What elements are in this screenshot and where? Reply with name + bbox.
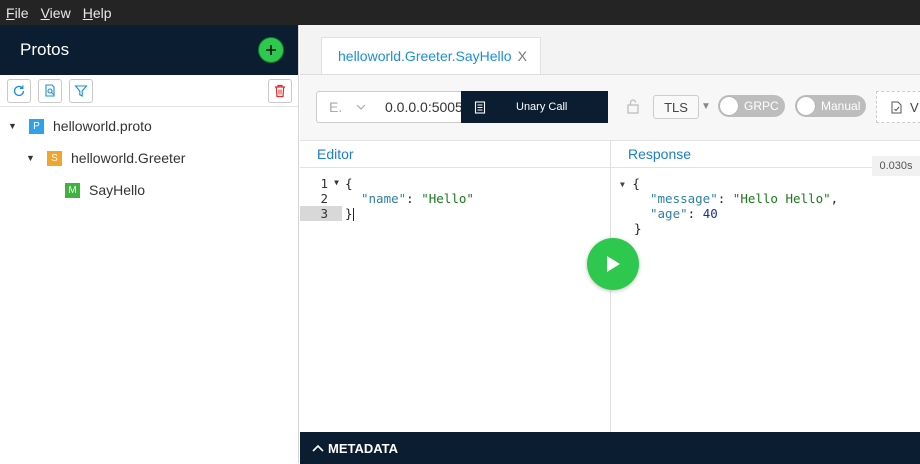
environment-value: E.	[329, 99, 343, 115]
metadata-bar[interactable]: METADATA	[300, 432, 920, 464]
request-toolbar: E. 0.0.0.0:50051 Unary Call TLS ▼ GRPC M…	[300, 75, 920, 141]
view-button-label: V	[910, 99, 919, 115]
chevron-down-icon	[356, 104, 366, 110]
trash-icon	[275, 84, 285, 98]
service-badge: S	[47, 150, 62, 166]
method-badge: M	[65, 182, 80, 198]
editor-header: Editor	[300, 141, 610, 168]
tree-item-label: helloworld.Greeter	[71, 150, 186, 166]
chevron-up-icon	[312, 444, 324, 452]
code-line: }	[345, 206, 354, 221]
line-number-active: 3	[300, 206, 342, 221]
caret-down-icon[interactable]: ▼	[26, 153, 36, 163]
protos-sidebar: Protos ▼ P helloworld.proto ▼ S hellowor…	[0, 25, 299, 463]
fold-icon[interactable]: ▼	[334, 178, 339, 187]
code-line: "name": "Hello"	[361, 191, 474, 206]
tree-item-label: SayHello	[89, 182, 146, 198]
sidebar-header: Protos	[0, 25, 298, 75]
toggle-knob	[797, 97, 815, 115]
call-type-button[interactable]: Unary Call	[461, 91, 608, 123]
main-area: helloworld.Greeter.SayHello X E. 0.0.0.0…	[300, 25, 920, 464]
file-icon	[891, 101, 902, 113]
import-paths-button[interactable]	[38, 79, 62, 103]
tab-label: helloworld.Greeter.SayHello	[338, 48, 512, 64]
grpc-web-toggle[interactable]: GRPC	[718, 95, 785, 117]
file-search-icon	[45, 84, 55, 97]
toggle-label: GRPC	[744, 99, 779, 113]
filter-button[interactable]	[69, 79, 93, 103]
plus-icon	[266, 45, 276, 55]
metadata-label: METADATA	[328, 440, 399, 456]
call-type-label: Unary Call	[516, 101, 568, 113]
lock-icon[interactable]	[626, 98, 640, 119]
close-tab-icon[interactable]: X	[518, 48, 527, 64]
tls-dropdown-icon[interactable]: ▼	[701, 101, 711, 112]
code-line: }	[634, 221, 642, 236]
reload-button[interactable]	[7, 79, 31, 103]
document-icon	[474, 100, 486, 114]
manual-toggle[interactable]: Manual	[795, 95, 866, 117]
menu-view[interactable]: View	[35, 5, 77, 21]
fold-icon[interactable]: ▼	[620, 180, 625, 189]
caret-down-icon[interactable]: ▼	[8, 121, 18, 131]
filter-icon	[74, 85, 88, 97]
environment-select[interactable]: E.	[316, 91, 376, 123]
add-proto-button[interactable]	[258, 37, 284, 63]
proto-tree: ▼ P helloworld.proto ▼ S helloworld.Gree…	[0, 107, 298, 206]
request-panel: E. 0.0.0.0:50051 Unary Call TLS ▼ GRPC M…	[300, 74, 920, 464]
line-number: 2	[320, 191, 328, 206]
menu-file[interactable]: File	[0, 5, 35, 21]
toggle-knob	[720, 97, 738, 115]
sidebar-toolbar	[0, 75, 298, 107]
delete-button[interactable]	[268, 79, 292, 103]
editor-response-area: Editor 1 ▼ 2 3 { "name": "Hello" } Respo…	[300, 141, 920, 432]
menu-bar: File View Help	[0, 0, 920, 25]
menu-help[interactable]: Help	[77, 5, 118, 21]
tree-item-label: helloworld.proto	[53, 118, 152, 134]
tree-item-service[interactable]: ▼ S helloworld.Greeter	[0, 142, 298, 174]
line-number: 1 ▼	[320, 176, 339, 191]
proto-badge: P	[29, 118, 44, 134]
tab-sayhello[interactable]: helloworld.Greeter.SayHello X	[321, 37, 541, 74]
toggle-label: Manual	[821, 99, 861, 113]
tree-item-proto-file[interactable]: ▼ P helloworld.proto	[0, 110, 298, 142]
code-line: "age": 40	[650, 206, 718, 221]
tree-item-method[interactable]: M SayHello	[0, 174, 298, 206]
reload-icon	[13, 85, 25, 97]
response-time-badge: 0.030s	[872, 156, 920, 176]
run-button[interactable]	[587, 238, 639, 290]
code-line: ▼ {	[620, 176, 640, 191]
code-line: {	[345, 176, 353, 191]
text-cursor	[352, 208, 354, 221]
code-line: "message": "Hello Hello",	[650, 191, 839, 206]
tls-button[interactable]: TLS	[653, 95, 699, 119]
sidebar-title: Protos	[20, 40, 70, 59]
play-icon	[607, 256, 620, 272]
server-address-input[interactable]: 0.0.0.0:50051	[375, 91, 462, 123]
view-button[interactable]: V	[876, 91, 920, 123]
